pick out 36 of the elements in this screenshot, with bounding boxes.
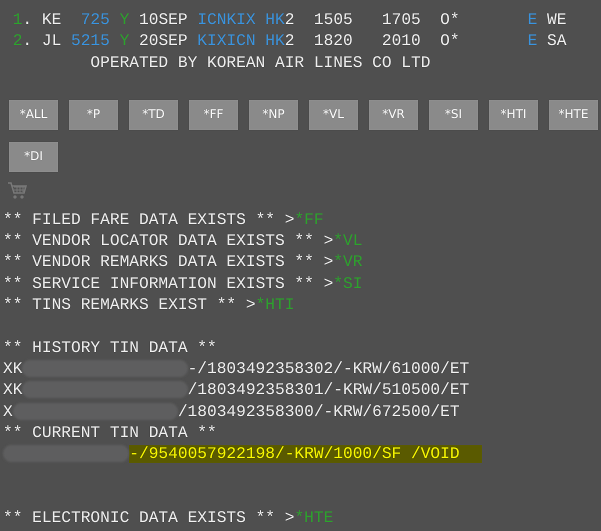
command-button[interactable]: *VL [309, 100, 358, 130]
command-button[interactable]: *HTI [489, 100, 538, 130]
notice-line: ** VENDOR REMARKS DATA EXISTS ** >*VR [3, 252, 364, 274]
notice-line: ** ELECTRONIC DATA EXISTS ** >*HTE [3, 508, 334, 530]
command-button[interactable]: *NP [249, 100, 298, 130]
command-button[interactable]: *HTE [549, 100, 598, 130]
command-link[interactable]: *VL [333, 232, 362, 250]
command-button[interactable]: *SI [429, 100, 478, 130]
command-link[interactable]: *HTI [256, 296, 294, 314]
command-button[interactable]: *VR [369, 100, 418, 130]
cart-icon [7, 180, 27, 200]
command-link[interactable]: *HTE [294, 509, 334, 528]
command-button[interactable]: *TD [129, 100, 178, 130]
section-heading: ** CURRENT TIN DATA ** [3, 422, 218, 444]
ticket-record: /1803492358301/-KRW/510500/ET [188, 381, 470, 400]
command-button[interactable]: *P [69, 100, 118, 130]
ticket-prefix: XK [3, 381, 22, 400]
flight-segment-line: 2. JL 5215 Y 20SEP KIXICN HK2 1820 2010 O* E SA [12, 31, 568, 52]
ticket-record: -/1803492358302/-KRW/61000/ET [188, 360, 470, 378]
section-heading: ** HISTORY TIN DATA ** [3, 338, 218, 359]
command-button[interactable]: *ALL [9, 100, 58, 130]
notice-line: ** VENDOR LOCATOR DATA EXISTS ** >*VL [3, 231, 364, 252]
command-link[interactable]: *FF [294, 210, 324, 229]
ticket-prefix: X [3, 402, 13, 421]
ticket-prefix: XK [3, 360, 22, 378]
notice-line: ** FILED FARE DATA EXISTS ** >*FF [3, 210, 325, 231]
operated-by-text: OPERATED BY KOREAN AIR LINES CO LTD [89, 52, 432, 74]
command-link[interactable]: *VR [333, 253, 362, 272]
ticket-record: /1803492358300/-KRW/672500/ET [178, 402, 460, 421]
command-button[interactable]: *FF [189, 100, 238, 130]
command-button[interactable]: *DI [9, 142, 58, 172]
ticket-record: -/9540057922198/-KRW/1000/SF /VOID [129, 445, 482, 464]
flight-segment-line: 1. KE 725 Y 10SEP ICNKIX HK2 1505 1705 O* E WE [12, 10, 568, 31]
command-link[interactable]: *SI [333, 274, 362, 293]
notice-line: ** SERVICE INFORMATION EXISTS ** >*SI [3, 274, 364, 295]
notice-line: ** TINS REMARKS EXIST ** >*HTI [3, 295, 296, 316]
